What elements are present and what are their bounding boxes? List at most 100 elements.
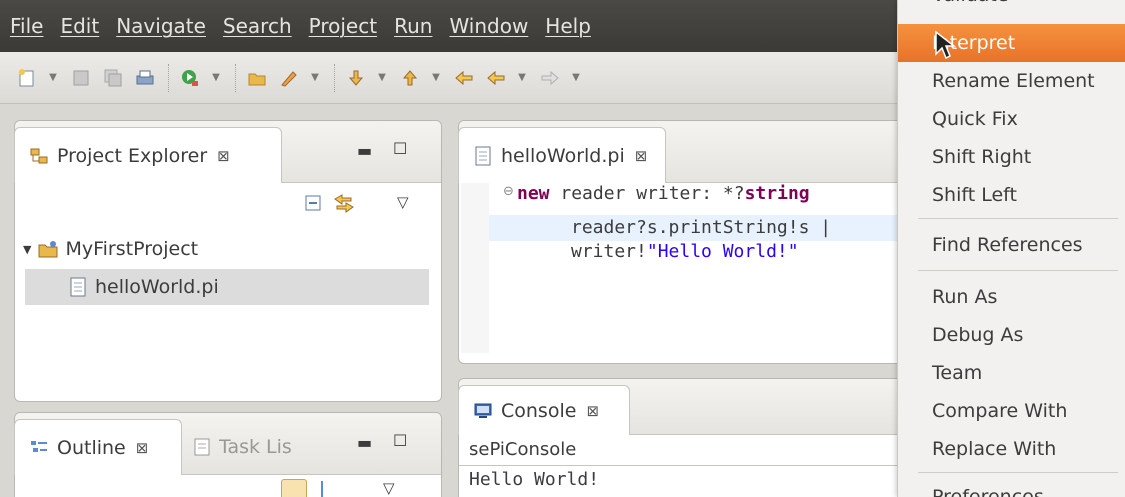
dropdown-arrow-icon[interactable]: ▼ <box>569 65 583 91</box>
toolbar-separator <box>235 63 236 92</box>
dropdown-arrow-icon[interactable]: ▼ <box>308 65 322 91</box>
close-icon[interactable]: ⊠ <box>217 147 230 165</box>
view-menu-icon[interactable]: ▽ <box>397 193 409 211</box>
back-icon[interactable] <box>483 65 509 91</box>
print-icon[interactable] <box>132 65 158 91</box>
console-divider <box>459 465 909 466</box>
menu-item-shift-right[interactable]: Shift Right <box>898 138 1125 176</box>
maximize-icon[interactable]: ☐ <box>393 139 407 158</box>
tab-helloworld[interactable]: helloWorld.pi ⊠ <box>458 127 666 183</box>
dropdown-arrow-icon[interactable]: ▼ <box>429 65 443 91</box>
dropdown-arrow-icon[interactable]: ▼ <box>209 65 223 91</box>
menu-separator <box>918 472 1118 473</box>
tab-task-list[interactable]: Task Lis <box>193 423 292 471</box>
maximize-icon[interactable]: ☐ <box>393 431 407 450</box>
console-panel: Console ⊠ sePiConsole Hello World! <box>458 378 909 497</box>
type-keyword: string <box>744 183 810 204</box>
console-name: sePiConsole <box>469 439 577 460</box>
menu-separator <box>918 218 1118 219</box>
forward-icon[interactable] <box>537 65 563 91</box>
fold-icon[interactable]: ⊖ <box>503 184 514 199</box>
code-text: writer! <box>571 241 647 262</box>
mouse-cursor-icon <box>935 30 957 60</box>
menu-item-interpret[interactable]: Interpret <box>898 24 1125 62</box>
menu-edit[interactable]: Edit <box>60 14 99 38</box>
menu-item-preferences[interactable]: Preferences <box>898 478 1125 497</box>
string-literal: "Hello World!" <box>646 241 799 262</box>
tab-console[interactable]: Console ⊠ <box>458 385 630 435</box>
code-text: reader writer: *? <box>549 183 745 204</box>
tab-project-explorer[interactable]: Project Explorer ⊠ <box>14 127 282 183</box>
file-icon <box>475 146 491 165</box>
file-name: helloWorld.pi <box>95 276 219 298</box>
menu-help[interactable]: Help <box>545 14 591 38</box>
menu-item-debug-as[interactable]: Debug As <box>898 316 1125 354</box>
close-icon[interactable]: ⊠ <box>635 147 648 165</box>
toolbar-separator <box>168 63 169 92</box>
project-explorer-tabstrip: Project Explorer ⊠ ▬ ☐ <box>14 121 441 183</box>
menu-item-validate[interactable]: Validate <box>898 0 1125 14</box>
context-menu: Validate Interpret Rename Element Quick … <box>897 0 1125 497</box>
tab-outline[interactable]: Outline ⊠ <box>14 419 182 475</box>
last-edit-icon[interactable] <box>451 65 477 91</box>
tab-label: Console <box>501 399 577 422</box>
minimize-icon[interactable]: ▬ <box>357 141 372 160</box>
open-folder-icon[interactable] <box>244 65 270 91</box>
prev-annotation-icon[interactable] <box>397 65 423 91</box>
menu-item-find-references[interactable]: Find References <box>898 226 1125 264</box>
code-line-3[interactable]: writer!"Hello World!" <box>571 241 799 262</box>
tree-item-file[interactable]: helloWorld.pi <box>25 269 429 305</box>
project-name: MyFirstProject <box>65 238 199 260</box>
menu-item-rename-element[interactable]: Rename Element <box>898 62 1125 100</box>
code-line-1[interactable]: new reader writer: *?string <box>517 183 810 204</box>
editor-gutter <box>461 183 489 353</box>
menu-separator <box>918 270 1118 271</box>
tab-label: Task Lis <box>219 436 292 458</box>
menu-window[interactable]: Window <box>449 14 528 38</box>
save-all-icon[interactable] <box>100 65 126 91</box>
menu-item-run-as[interactable]: Run As <box>898 278 1125 316</box>
save-icon[interactable] <box>68 65 94 91</box>
project-folder-icon <box>38 241 58 258</box>
menu-item-compare-with[interactable]: Compare With <box>898 392 1125 430</box>
filter-icon[interactable] <box>321 481 331 497</box>
view-menu-icon[interactable]: ▽ <box>383 479 395 497</box>
dropdown-arrow-icon[interactable]: ▼ <box>46 65 60 91</box>
menu-project[interactable]: Project <box>309 14 377 38</box>
menu-search[interactable]: Search <box>223 14 292 38</box>
menu-run[interactable]: Run <box>394 14 432 38</box>
close-icon[interactable]: ⊠ <box>136 439 149 457</box>
tab-label: Project Explorer <box>57 144 208 167</box>
menu-file[interactable]: File <box>10 14 43 38</box>
menu-navigate[interactable]: Navigate <box>116 14 206 38</box>
outline-icon <box>31 440 47 452</box>
link-with-editor-icon[interactable] <box>333 193 355 217</box>
menu-item-replace-with[interactable]: Replace With <box>898 430 1125 468</box>
new-icon[interactable] <box>14 65 40 91</box>
close-icon[interactable]: ⊠ <box>586 402 599 420</box>
dropdown-arrow-icon[interactable]: ▼ <box>515 65 529 91</box>
dropdown-arrow-icon[interactable]: ▼ <box>375 65 389 91</box>
project-explorer-panel: Project Explorer ⊠ ▬ ☐ ▽ ▼ MyFirstProjec… <box>14 120 442 402</box>
outline-tabstrip: Outline ⊠ Task Lis ▬ ☐ <box>14 413 441 475</box>
next-annotation-icon[interactable] <box>343 65 369 91</box>
toolbar-separator <box>334 63 335 92</box>
console-icon <box>474 403 492 418</box>
project-explorer-icon <box>30 148 48 163</box>
run-icon[interactable] <box>177 65 203 91</box>
tree-item-project[interactable]: ▼ MyFirstProject <box>23 231 433 267</box>
sort-icon[interactable] <box>281 479 307 497</box>
editor-tabstrip: helloWorld.pi ⊠ <box>458 121 907 183</box>
menu-item-team[interactable]: Team <box>898 354 1125 392</box>
code-line-2[interactable]: reader?s.printString!s | <box>571 217 831 238</box>
console-tabstrip: Console ⊠ <box>458 379 907 435</box>
console-output: Hello World! <box>469 469 600 490</box>
menu-item-shift-left[interactable]: Shift Left <box>898 176 1125 214</box>
outline-panel: Outline ⊠ Task Lis ▬ ☐ ▽ <box>14 412 442 497</box>
collapse-all-icon[interactable] <box>303 193 323 217</box>
minimize-icon[interactable]: ▬ <box>357 433 372 452</box>
expand-arrow-icon[interactable]: ▼ <box>23 243 31 256</box>
pencil-icon[interactable] <box>276 65 302 91</box>
menu-item-quick-fix[interactable]: Quick Fix <box>898 100 1125 138</box>
outline-toolbar-icons: ▽ <box>255 479 425 497</box>
